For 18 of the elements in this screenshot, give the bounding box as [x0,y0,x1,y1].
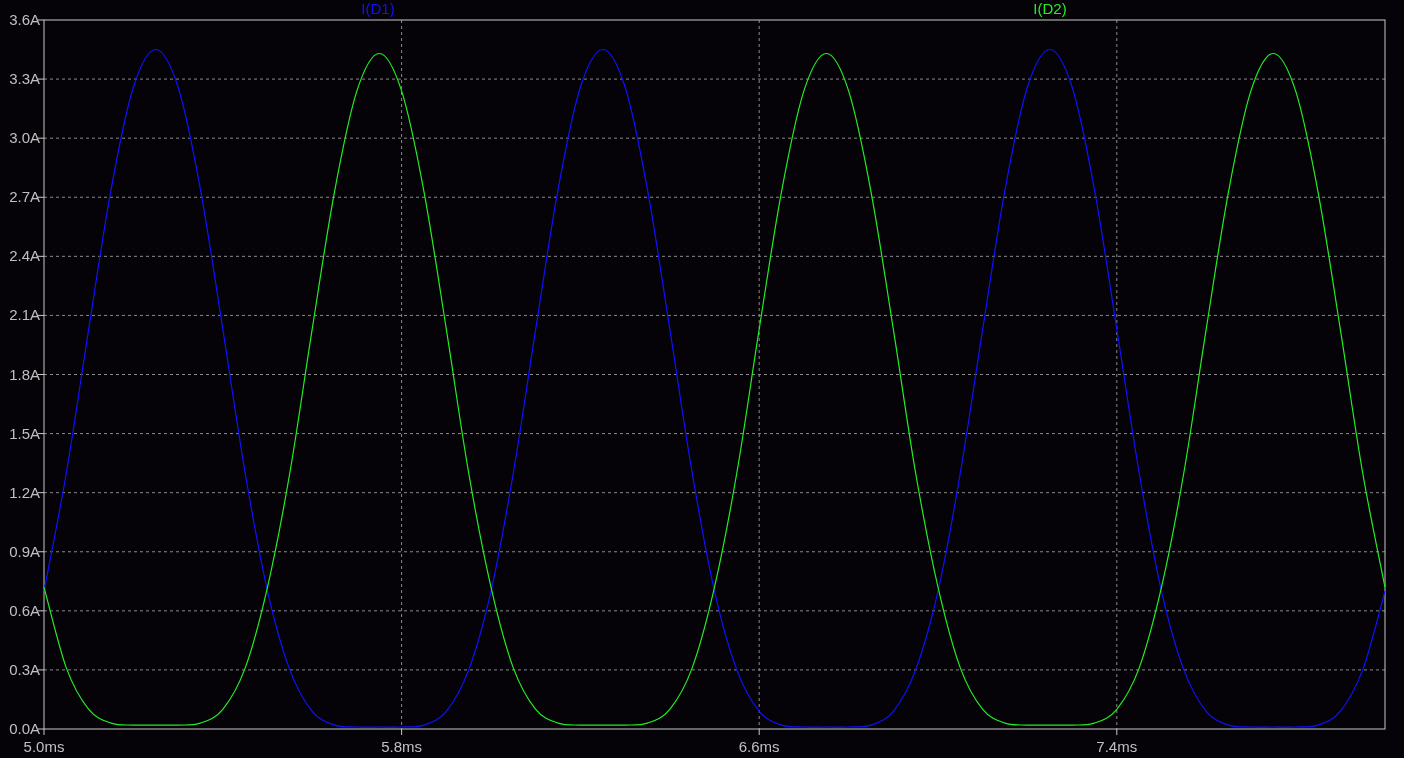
y-tick-label: 3.3A [9,70,40,88]
x-tick-label: 5.8ms [381,738,423,755]
y-tick-label: 1.8A [9,365,40,383]
y-tick-label: 1.5A [9,424,40,442]
y-tick-label: 0.9A [9,542,40,560]
x-tick-label: 5.0ms [23,738,65,755]
y-tick-label: 3.6A [9,11,40,28]
y-tick-label: 0.0A [9,720,40,737]
y-tick-label: 2.1A [9,306,40,324]
x-tick-label: 6.6ms [738,738,780,755]
trace-label[interactable]: I(D2) [1033,0,1067,17]
y-tick-label: 3.0A [9,129,40,147]
y-tick-label: 2.7A [9,188,40,206]
x-tick-label: 7.4ms [1096,738,1138,755]
y-tick-label: 0.3A [9,660,40,678]
y-tick-label: 2.4A [9,247,40,265]
y-tick-label: 1.2A [9,483,40,501]
y-tick-label: 0.6A [9,601,40,619]
